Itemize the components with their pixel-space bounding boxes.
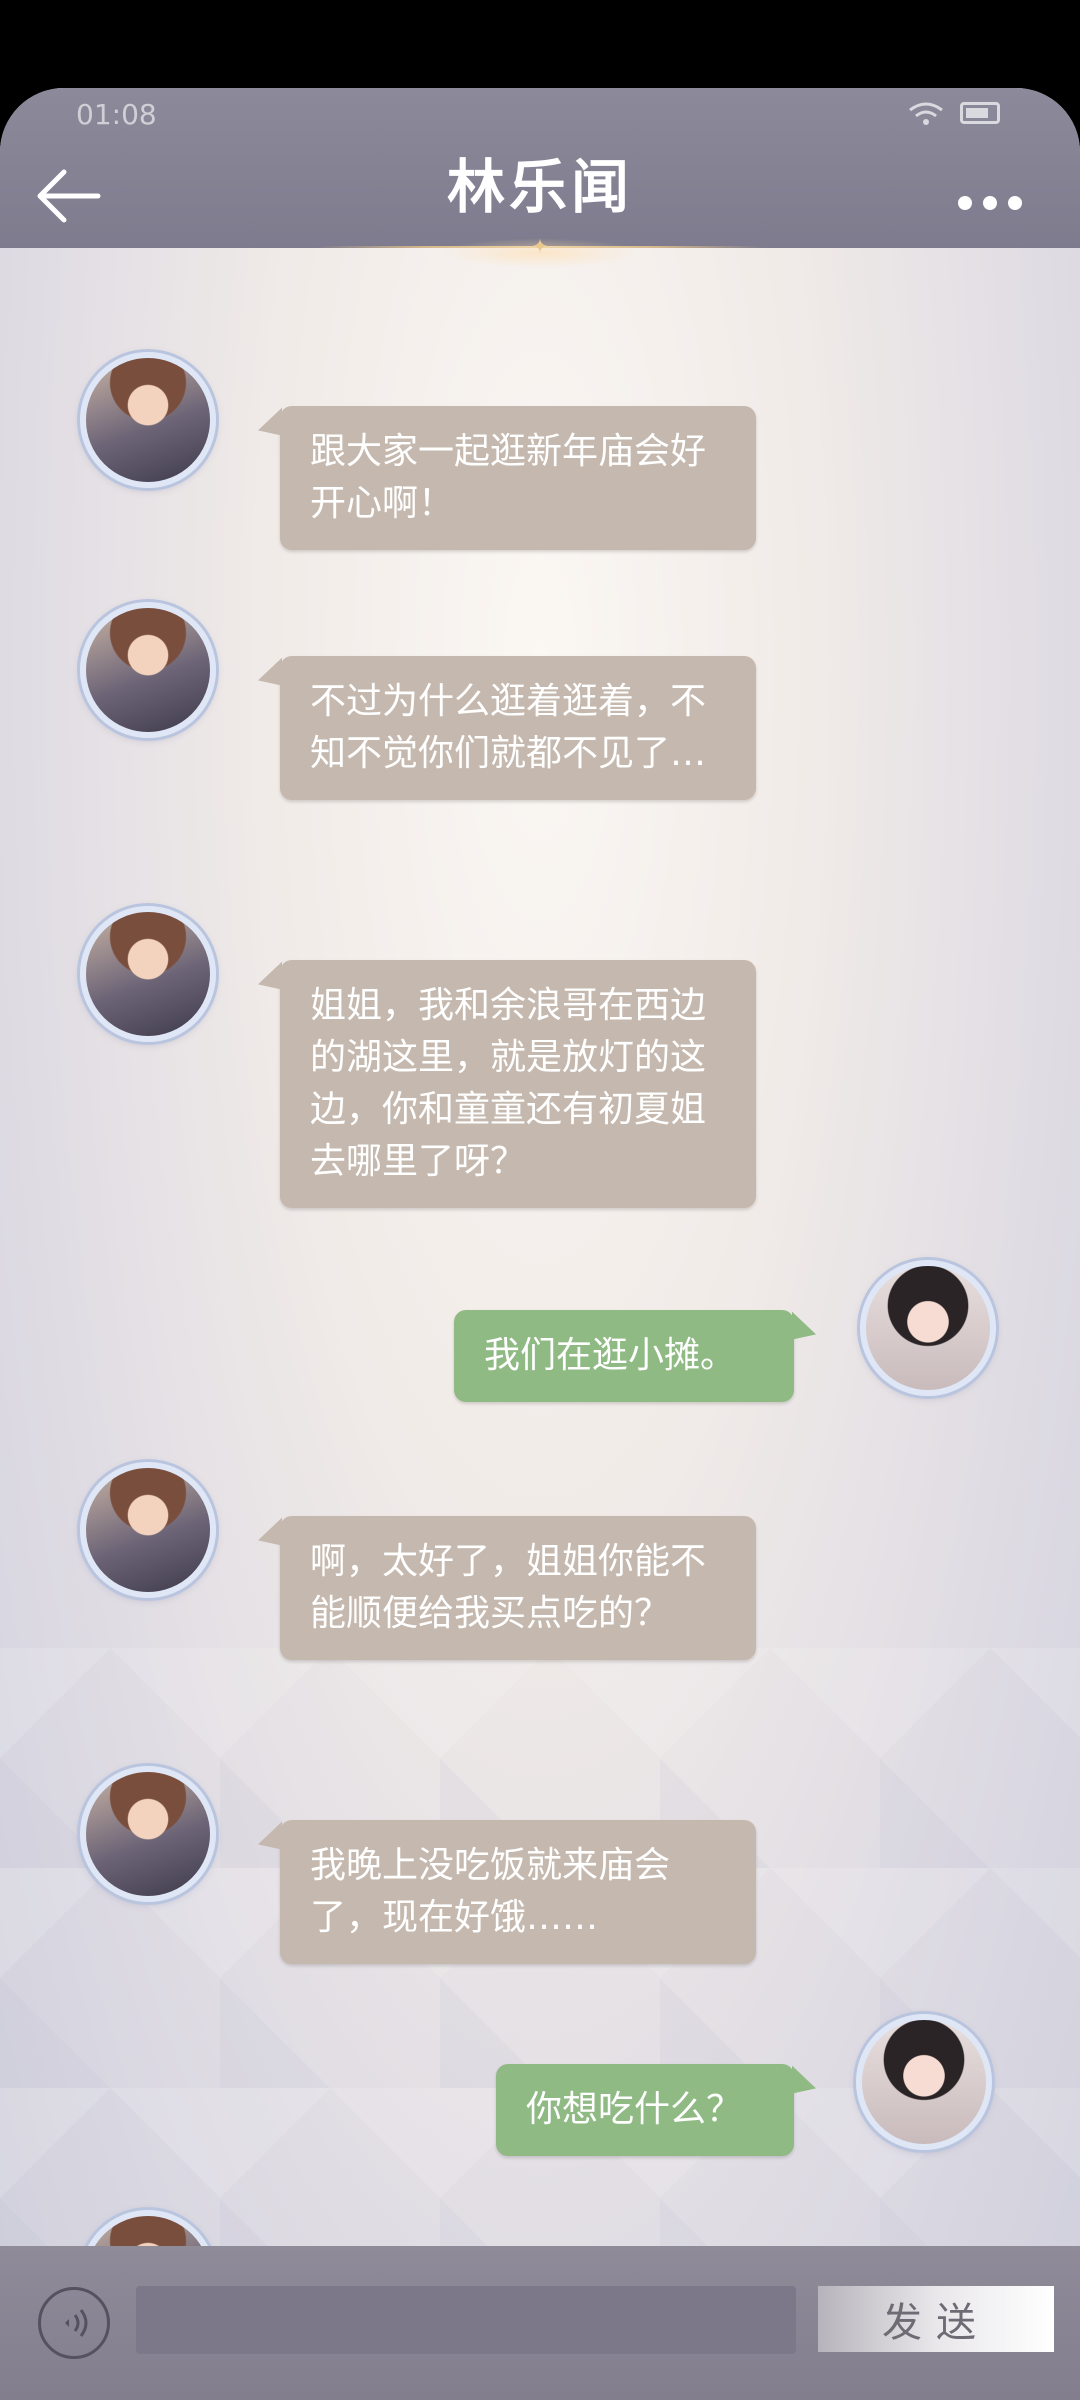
message-bubble-incoming: 啊，太好了，姐姐你能不能顺便给我买点吃的？ xyxy=(280,1516,756,1660)
voice-button[interactable] xyxy=(38,2287,110,2359)
message-input[interactable] xyxy=(136,2286,796,2354)
avatar-contact[interactable] xyxy=(80,906,216,1042)
avatar-contact[interactable] xyxy=(80,1462,216,1598)
avatar-contact[interactable] xyxy=(80,1766,216,1902)
message-bubble-incoming: 姐姐，我和余浪哥在西边的湖这里，就是放灯的这边，你和童童还有初夏姐去哪里了呀？ xyxy=(280,960,756,1208)
wifi-icon xyxy=(909,102,943,125)
voice-icon xyxy=(41,2290,107,2356)
chat-title: 林乐闻 xyxy=(446,153,633,221)
avatar-contact[interactable] xyxy=(80,352,216,488)
avatar-contact[interactable] xyxy=(80,602,216,738)
message-bubble-incoming: 跟大家一起逛新年庙会好开心啊！ xyxy=(280,406,756,550)
avatar-user[interactable] xyxy=(860,1260,996,1396)
battery-icon xyxy=(960,102,1000,124)
sparkle-icon: ✦ xyxy=(531,234,549,258)
more-dots-icon[interactable] xyxy=(958,196,1022,210)
status-time: 01:08 xyxy=(76,98,157,131)
chat-screen: 01:08 林乐闻 ✦ 跟大家一起逛新年庙会好开心啊！ 不过为什么逛着逛着，不知… xyxy=(0,88,1080,2400)
avatar-user[interactable] xyxy=(856,2014,992,2150)
message-bubble-incoming: 我晚上没吃饭就来庙会了，现在好饿…… xyxy=(280,1820,756,1964)
message-bubble-outgoing: 你想吃什么？ xyxy=(496,2064,794,2156)
chat-header: 01:08 林乐闻 ✦ xyxy=(0,88,1080,268)
message-bubble-outgoing: 我们在逛小摊。 xyxy=(454,1310,794,1402)
message-bubble-incoming: 不过为什么逛着逛着，不知不觉你们就都不见了… xyxy=(280,656,756,800)
send-button[interactable]: 发送 xyxy=(818,2286,1054,2352)
